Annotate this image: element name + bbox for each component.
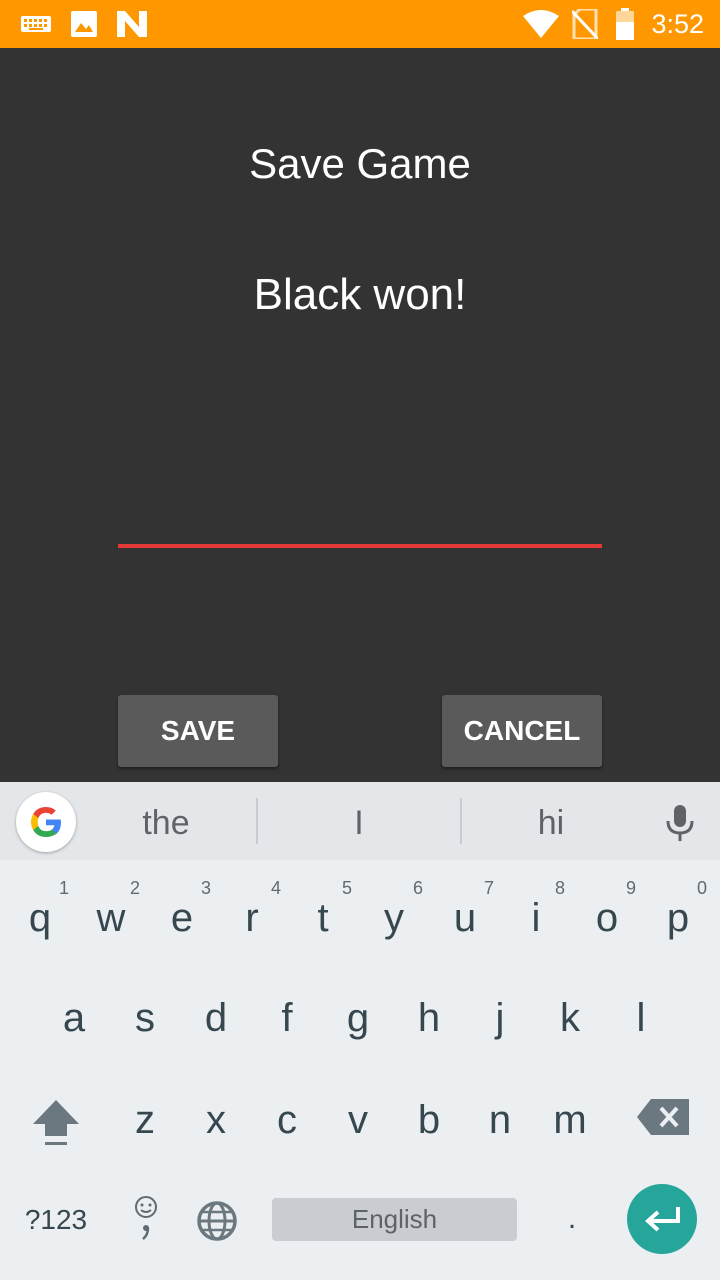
key-letter: w: [96, 896, 126, 940]
key-letter: f: [281, 996, 293, 1040]
status-time: 3:52: [651, 9, 704, 39]
key-y[interactable]: 6y: [359, 874, 429, 964]
language-key[interactable]: [192, 1196, 242, 1246]
keyboard-icon: [20, 0, 52, 48]
key-letter: e: [170, 896, 194, 940]
key-letter: j: [495, 996, 505, 1040]
save-button[interactable]: SAVE: [118, 695, 278, 767]
backspace-icon: [637, 1099, 689, 1135]
key-i[interactable]: 8i: [501, 874, 571, 964]
game-name-input[interactable]: [118, 488, 602, 548]
key-letter: r: [245, 896, 259, 940]
key-u[interactable]: 7u: [430, 874, 500, 964]
key-letter: l: [636, 996, 646, 1040]
globe-icon: [197, 1201, 237, 1241]
key-e[interactable]: 3e: [147, 874, 217, 964]
key-letter: i: [531, 896, 541, 940]
emoji-icon: [135, 1196, 157, 1240]
key-z[interactable]: z: [110, 1082, 180, 1172]
battery-icon: [612, 0, 638, 48]
key-j[interactable]: j: [465, 978, 535, 1068]
key-letter: a: [62, 996, 86, 1040]
enter-key[interactable]: [627, 1184, 697, 1254]
key-n[interactable]: n: [465, 1082, 535, 1172]
key-t[interactable]: 5t: [288, 874, 358, 964]
key-letter: g: [346, 996, 370, 1040]
key-letter: y: [384, 896, 404, 940]
suggestion-1[interactable]: the: [76, 782, 256, 860]
dialog-title: Save Game: [249, 140, 471, 187]
n-logo-icon: [116, 0, 148, 48]
key-h[interactable]: h: [394, 978, 464, 1068]
key-letter: q: [28, 896, 52, 940]
space-bar[interactable]: English: [272, 1198, 517, 1241]
key-f[interactable]: f: [252, 978, 322, 1068]
key-d[interactable]: d: [181, 978, 251, 1068]
suggestion-2[interactable]: I: [258, 782, 460, 860]
key-letter: m: [553, 1098, 587, 1142]
backspace-key[interactable]: [630, 1092, 696, 1142]
key-letter: u: [453, 896, 477, 940]
key-l[interactable]: l: [606, 978, 676, 1068]
key-s[interactable]: s: [110, 978, 180, 1068]
key-p[interactable]: 0p: [643, 874, 713, 964]
no-sim-icon: [570, 0, 600, 48]
soft-keyboard: the I hi 1q 2w 3e 4r 5t 6y 7u 8i 9o 0p a…: [0, 782, 720, 1280]
key-w[interactable]: 2w: [76, 874, 146, 964]
key-letter: k: [560, 996, 580, 1040]
key-c[interactable]: c: [252, 1082, 322, 1172]
key-letter: s: [135, 996, 155, 1040]
key-b[interactable]: b: [394, 1082, 464, 1172]
key-k[interactable]: k: [535, 978, 605, 1068]
period-key[interactable]: .: [552, 1194, 592, 1244]
key-letter: z: [135, 1098, 155, 1142]
key-a[interactable]: a: [39, 978, 109, 1068]
key-q[interactable]: 1q: [5, 874, 75, 964]
wifi-icon: [522, 0, 560, 48]
save-game-dialog: Save Game Black won! SAVE CANCEL: [0, 48, 720, 782]
key-letter: n: [488, 1098, 512, 1142]
key-v[interactable]: v: [323, 1082, 393, 1172]
key-letter: t: [317, 896, 329, 940]
key-letter: h: [417, 996, 441, 1040]
suggestion-strip: the I hi: [0, 782, 720, 860]
dialog-message: Black won!: [253, 270, 467, 319]
key-o[interactable]: 9o: [572, 874, 642, 964]
symbols-key[interactable]: ?123: [14, 1198, 98, 1242]
key-letter: o: [595, 896, 619, 940]
cancel-button[interactable]: CANCEL: [442, 695, 602, 767]
key-letter: d: [204, 996, 228, 1040]
emoji-key[interactable]: [126, 1188, 166, 1248]
enter-icon: [645, 1207, 680, 1232]
key-x[interactable]: x: [181, 1082, 251, 1172]
key-r[interactable]: 4r: [217, 874, 287, 964]
shift-icon: [33, 1100, 79, 1145]
key-letter: x: [206, 1098, 226, 1142]
image-icon: [70, 0, 98, 48]
key-letter: p: [666, 896, 690, 940]
key-m[interactable]: m: [535, 1082, 605, 1172]
suggestion-3[interactable]: hi: [462, 782, 640, 860]
google-icon[interactable]: [16, 792, 76, 852]
key-letter: b: [417, 1098, 441, 1142]
key-g[interactable]: g: [323, 978, 393, 1068]
key-letter: c: [277, 1098, 297, 1142]
microphone-icon[interactable]: [652, 796, 708, 852]
status-bar: 3:52: [0, 0, 720, 48]
shift-key[interactable]: [20, 1082, 92, 1162]
key-letter: v: [348, 1098, 368, 1142]
